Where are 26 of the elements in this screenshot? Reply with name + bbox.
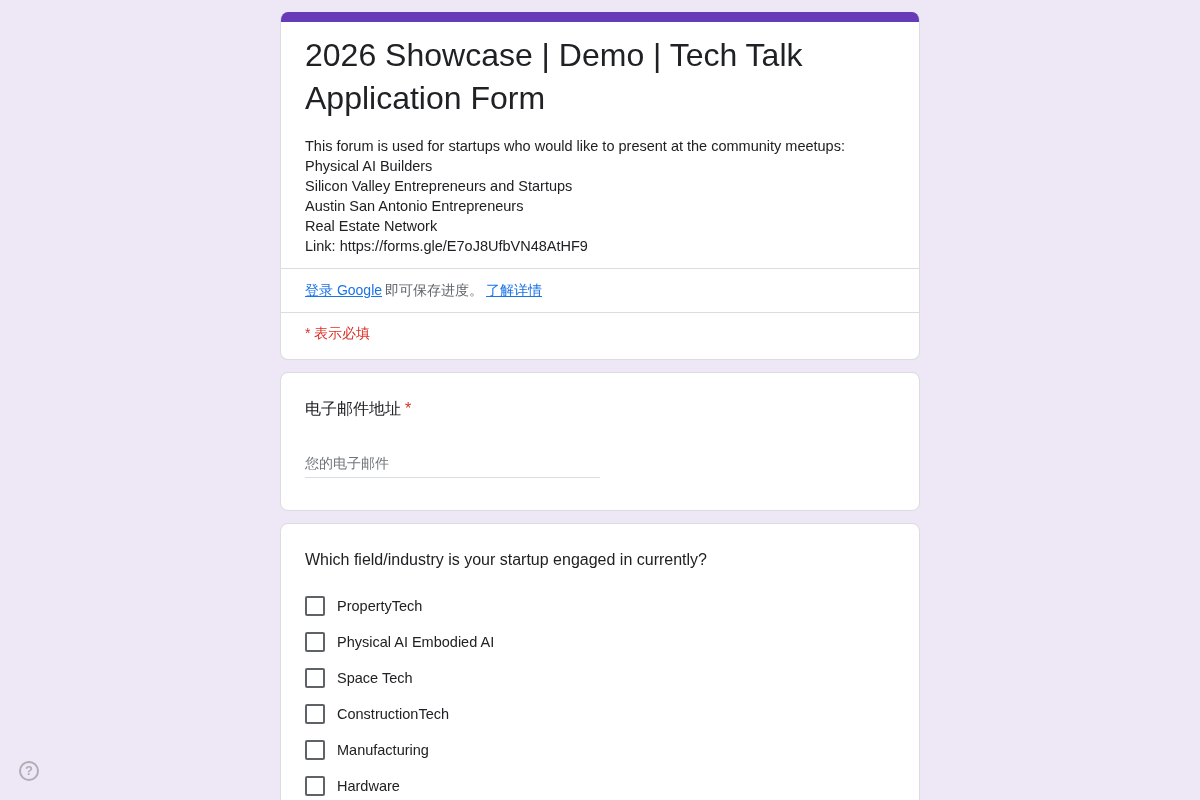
description-line: Real Estate Network <box>305 217 439 236</box>
option-label: Manufacturing <box>337 742 429 758</box>
checkbox[interactable] <box>305 740 325 760</box>
question-title: Which field/industry is your startup engaged in currently? <box>305 551 707 568</box>
required-note: * 表示必填 <box>305 325 371 341</box>
sign-in-link[interactable]: 登录 Google <box>305 282 383 298</box>
checkbox[interactable] <box>305 632 325 652</box>
option-label: Hardware <box>337 778 400 794</box>
option-label: Physical AI Embodied AI <box>337 634 495 650</box>
description-line: This forum is used for startups who would like to present at the community meetups: <box>305 137 846 156</box>
description-line: Link: https://forms.gle/E7oJ8UfbVN48AtHF9 <box>305 237 589 256</box>
option-label: Space Tech <box>337 670 413 686</box>
required-mark: * <box>405 400 412 417</box>
checkbox[interactable] <box>305 776 325 796</box>
description-line: Silicon Valley Entrepreneurs and Startups <box>305 177 574 196</box>
save-progress-text: 即可保存进度。 <box>385 282 484 298</box>
option-label: ConstructionTech <box>337 706 450 722</box>
form-title: 2026 Showcase | Demo | Tech Talk Application Form <box>305 36 804 118</box>
description-line: Austin San Antonio Entrepreneurs <box>305 197 525 216</box>
question-title: 电子邮件地址 <box>305 400 401 417</box>
checkbox[interactable] <box>305 596 325 616</box>
description-line: Physical AI Builders <box>305 157 434 176</box>
checkbox[interactable] <box>305 704 325 724</box>
learn-more-link[interactable]: 了解详情 <box>486 282 543 298</box>
option-label: PropertyTech <box>337 598 423 614</box>
checkbox[interactable] <box>305 668 325 688</box>
